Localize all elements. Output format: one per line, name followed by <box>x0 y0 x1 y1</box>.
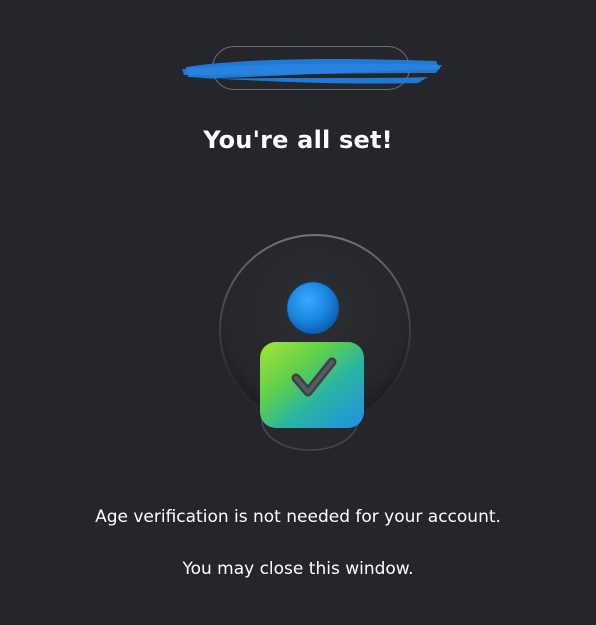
age-verification-page: You're all set! Age verification is not … <box>0 0 596 625</box>
age-verification-message: Age verification is not needed for your … <box>95 507 501 527</box>
user-verified-icon <box>219 234 411 451</box>
close-window-message: You may close this window. <box>182 559 414 579</box>
account-redaction <box>182 59 442 84</box>
page-title: You're all set! <box>203 126 393 154</box>
